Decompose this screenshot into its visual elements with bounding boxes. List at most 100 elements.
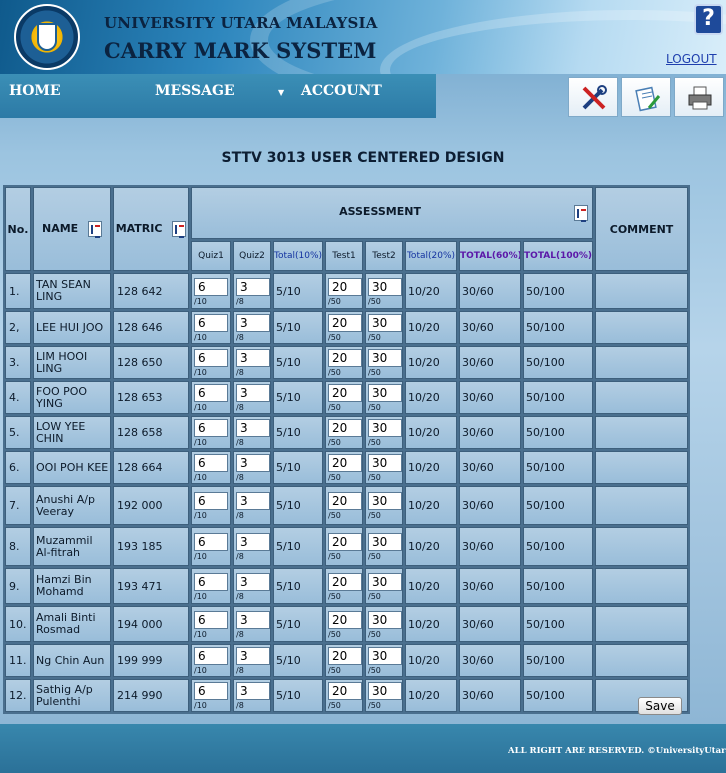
test1-input[interactable]: 20 [328,349,362,367]
sort-icon[interactable] [574,205,589,222]
test1-cell: 20/50 [325,451,363,484]
quiz2-input[interactable]: 3 [236,314,270,332]
quiz2-input[interactable]: 3 [236,349,270,367]
quiz1-input[interactable]: 6 [194,572,228,591]
quiz2-max: /8 [236,591,244,601]
test1-input[interactable]: 20 [328,492,362,510]
test2-input[interactable]: 30 [368,682,402,700]
quiz2-input[interactable]: 3 [236,682,270,700]
total60-value: 30/60 [459,451,521,484]
total10-value: 5/10 [273,451,323,484]
test2-input[interactable]: 30 [368,454,402,472]
total20-value: 10/20 [405,486,457,525]
test2-input[interactable]: 30 [368,349,402,367]
quiz1-input[interactable]: 6 [194,647,228,665]
dropdown-arrow-icon[interactable]: ▼ [278,88,284,97]
comment-cell[interactable] [595,486,689,525]
quiz2-input[interactable]: 3 [236,454,270,472]
nav-home[interactable]: HOME [9,83,61,99]
quiz1-input[interactable]: 6 [194,454,228,472]
sort-icon[interactable] [88,221,103,238]
test1-max: /50 [328,333,341,342]
matric-number: 128 642 [113,273,189,309]
total20-value: 10/20 [405,311,457,344]
test1-input[interactable]: 20 [328,572,362,591]
test2-input[interactable]: 30 [368,384,402,402]
student-name: Hamzi Bin Mohamd [33,568,111,604]
test2-input[interactable]: 30 [368,314,402,332]
test2-max: /50 [368,552,381,561]
quiz1-max: /10 [194,368,207,377]
comment-cell[interactable] [595,346,689,379]
test1-cell: 20/50 [325,568,363,604]
quiz2-input[interactable]: 3 [236,492,270,510]
col-matric-header[interactable]: MATRIC [113,187,189,271]
quiz2-max: /8 [236,403,244,412]
test2-input[interactable]: 30 [368,647,402,665]
col-total10-header: Total(10%) [273,241,323,271]
quiz2-input[interactable]: 3 [236,610,270,629]
quiz1-input[interactable]: 6 [194,384,228,402]
test1-input[interactable]: 20 [328,419,362,437]
quiz1-input[interactable]: 6 [194,314,228,332]
test1-cell: 20/50 [325,486,363,525]
quiz2-input[interactable]: 3 [236,533,270,551]
total10-value: 5/10 [273,311,323,344]
sort-icon[interactable] [172,221,187,238]
assessment-header[interactable]: ASSESSMENT [191,187,594,239]
student-name: Anushi A/p Veeray [33,486,111,525]
test2-input[interactable]: 30 [368,533,402,551]
quiz1-input[interactable]: 6 [194,533,228,551]
quiz2-input[interactable]: 3 [236,277,270,296]
test2-input[interactable]: 30 [368,572,402,591]
quiz1-max: /10 [194,666,207,675]
quiz2-input[interactable]: 3 [236,384,270,402]
print-button[interactable] [674,77,724,117]
matric-number: 199 999 [113,644,189,677]
comment-cell[interactable] [595,606,689,642]
comment-cell[interactable] [595,527,689,566]
quiz1-input[interactable]: 6 [194,492,228,510]
tools-icon [582,85,607,110]
quiz2-input[interactable]: 3 [236,419,270,437]
quiz2-input[interactable]: 3 [236,572,270,591]
comment-cell[interactable] [595,381,689,414]
test1-input[interactable]: 20 [328,277,362,296]
quiz1-input[interactable]: 6 [194,277,228,296]
quiz1-input[interactable]: 6 [194,419,228,437]
comment-cell[interactable] [595,273,689,309]
test1-input[interactable]: 20 [328,682,362,700]
test2-input[interactable]: 30 [368,492,402,510]
logout-link[interactable]: LOGOUT [666,52,717,66]
test2-input[interactable]: 30 [368,419,402,437]
comment-cell[interactable] [595,416,689,449]
help-button[interactable]: ? [694,4,723,35]
save-button[interactable]: Save [638,697,682,715]
quiz1-input[interactable]: 6 [194,610,228,629]
comment-cell[interactable] [595,311,689,344]
test1-input[interactable]: 20 [328,610,362,629]
test1-input[interactable]: 20 [328,454,362,472]
nav-message[interactable]: MESSAGE [155,83,235,99]
quiz2-input[interactable]: 3 [236,647,270,665]
table-row: 8. Muzammil Al-fitrah 193 185 6/10 3/8 5/10 20… [5,527,689,566]
row-number: 6. [5,451,31,484]
test1-input[interactable]: 20 [328,533,362,551]
quiz1-max: /10 [194,296,207,306]
comment-cell[interactable] [595,568,689,604]
quiz1-input[interactable]: 6 [194,349,228,367]
test1-input[interactable]: 20 [328,314,362,332]
total10-value: 5/10 [273,527,323,566]
quiz2-max: /8 [236,629,244,639]
document-edit-button[interactable] [621,77,671,117]
test2-input[interactable]: 30 [368,277,402,296]
nav-account[interactable]: ACCOUNT [301,83,382,99]
tools-button[interactable] [568,77,618,117]
col-name-header[interactable]: NAME [33,187,111,271]
comment-cell[interactable] [595,451,689,484]
comment-cell[interactable] [595,644,689,677]
quiz1-input[interactable]: 6 [194,682,228,700]
test2-input[interactable]: 30 [368,610,402,629]
test1-input[interactable]: 20 [328,384,362,402]
test1-input[interactable]: 20 [328,647,362,665]
